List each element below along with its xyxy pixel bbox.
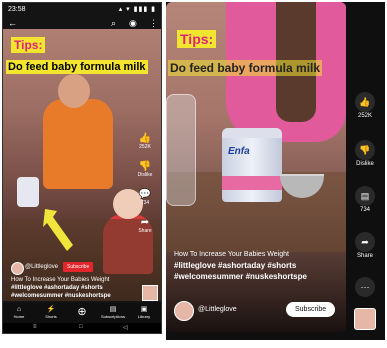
headline-caption: Do feed baby formula milk [168, 60, 323, 76]
comment-count: 734 [140, 200, 150, 206]
share-button[interactable]: ➦ Share [132, 217, 158, 234]
home-icon: ⌂ [16, 306, 22, 313]
milk-bottle-shape [166, 94, 196, 206]
share-button[interactable]: ➦ Share [350, 232, 380, 261]
thumb-down-icon: 👎 [138, 161, 152, 172]
person-shape [43, 99, 113, 189]
headline-caption: Do feed baby formula milk [6, 60, 148, 74]
share-icon: ➦ [140, 217, 150, 228]
yellow-arrow-icon [43, 209, 73, 251]
desktop-shorts-view: Enfa Tips: Do feed baby formula milk How… [166, 2, 385, 340]
top-bar: ← ⌕ ◉ ⋮ [3, 17, 161, 31]
face-shape [58, 74, 90, 108]
short-video-player[interactable]: Enfa Tips: Do feed baby formula milk How… [166, 2, 346, 332]
video-title: How To Increase Your Babies Weight [174, 251, 289, 258]
add-icon: ⊕ [77, 306, 87, 318]
like-count: 252K [357, 113, 372, 119]
channel-name[interactable]: @Littleglove [25, 264, 58, 270]
thumb-up-icon: 👍 [355, 92, 375, 112]
shorts-icon: ⚡ [46, 306, 56, 313]
tips-caption: Tips: [177, 30, 217, 48]
dislike-label: Dislike [356, 161, 374, 167]
comments-button[interactable]: 💬 734 [132, 189, 158, 206]
comments-button[interactable]: ▤ 734 [350, 186, 380, 215]
mobile-shorts-screen: 23:58 ▴ ▾ ▮▮▮ ▮ ← ⌕ ◉ ⋮ Tips: Do feed ba… [2, 2, 162, 334]
comment-icon: 💬 [138, 189, 152, 200]
video-title: How To Increase Your Babies Weight [11, 277, 110, 283]
formula-can-shape: Enfa [222, 128, 282, 202]
search-icon[interactable]: ⌕ [111, 18, 116, 29]
subscribe-button[interactable]: Subscribe [286, 302, 336, 317]
bottom-navigation: ⌂ Home ⚡ Shorts ⊕ ▤ Subscriptions ▣ Libr… [3, 303, 161, 323]
can-logo: Enfa [228, 146, 250, 157]
home-square-icon[interactable]: □ [79, 324, 83, 330]
formula-can-shape [17, 177, 39, 207]
camera-icon[interactable]: ◉ [129, 18, 137, 29]
channel-avatar[interactable] [174, 301, 194, 321]
nav-library-label: Library [137, 314, 151, 319]
status-time: 23:58 [8, 6, 26, 13]
nav-library[interactable]: ▣ Library [129, 305, 159, 319]
share-icon: ➦ [355, 232, 375, 252]
subscribe-button[interactable]: Subscribe [63, 262, 94, 272]
more-options-icon[interactable]: ⋮ [149, 18, 158, 29]
thumb-down-icon: 👎 [355, 140, 375, 160]
comment-icon: ▤ [355, 186, 375, 206]
nav-shorts-label: Shorts [45, 314, 57, 319]
channel-name[interactable]: @Littleglove [198, 306, 237, 313]
nav-home[interactable]: ⌂ Home [4, 305, 34, 319]
thumb-up-icon: 👍 [138, 133, 152, 144]
nav-subscriptions[interactable]: ▤ Subscriptions [98, 305, 128, 319]
sound-thumbnail[interactable] [142, 285, 158, 301]
more-horizontal-icon: ⋯ [355, 277, 375, 297]
back-triangle-icon[interactable]: ◁ [123, 324, 128, 331]
status-bar: 23:58 ▴ ▾ ▮▮▮ ▮ [3, 3, 161, 17]
video-hashtags[interactable]: #littleglove #ashortaday #shorts #welcom… [11, 284, 137, 300]
more-actions-button[interactable]: ⋯ [350, 277, 380, 297]
like-button[interactable]: 👍 252K [132, 133, 158, 150]
back-arrow-icon[interactable]: ← [8, 18, 17, 28]
share-label: Share [356, 253, 373, 259]
dislike-button[interactable]: 👎 Dislike [350, 140, 380, 169]
recent-apps-icon[interactable]: ≡ [33, 324, 37, 330]
like-button[interactable]: 👍 252K [350, 92, 380, 121]
dislike-button[interactable]: 👎 Dislike [132, 161, 158, 178]
tips-caption: Tips: [11, 37, 46, 53]
library-icon: ▣ [140, 306, 148, 313]
nav-shorts[interactable]: ⚡ Shorts [36, 305, 66, 319]
dislike-label: Dislike [137, 172, 153, 178]
video-hashtags[interactable]: #littleglove #ashortaday #shorts #welcom… [174, 260, 344, 282]
sound-thumbnail[interactable] [354, 308, 376, 330]
channel-avatar[interactable] [11, 262, 24, 275]
like-count: 252K [139, 144, 151, 150]
comment-count: 734 [359, 207, 370, 213]
nav-home-label: Home [13, 314, 25, 319]
share-label: Share [138, 228, 152, 234]
nav-subscriptions-label: Subscriptions [100, 314, 125, 319]
status-icons: ▴ ▾ ▮▮▮ ▮ [118, 6, 156, 13]
system-navigation-bar: ≡ □ ◁ [3, 323, 161, 333]
subscriptions-icon: ▤ [109, 306, 117, 313]
nav-create[interactable]: ⊕ [67, 305, 97, 319]
